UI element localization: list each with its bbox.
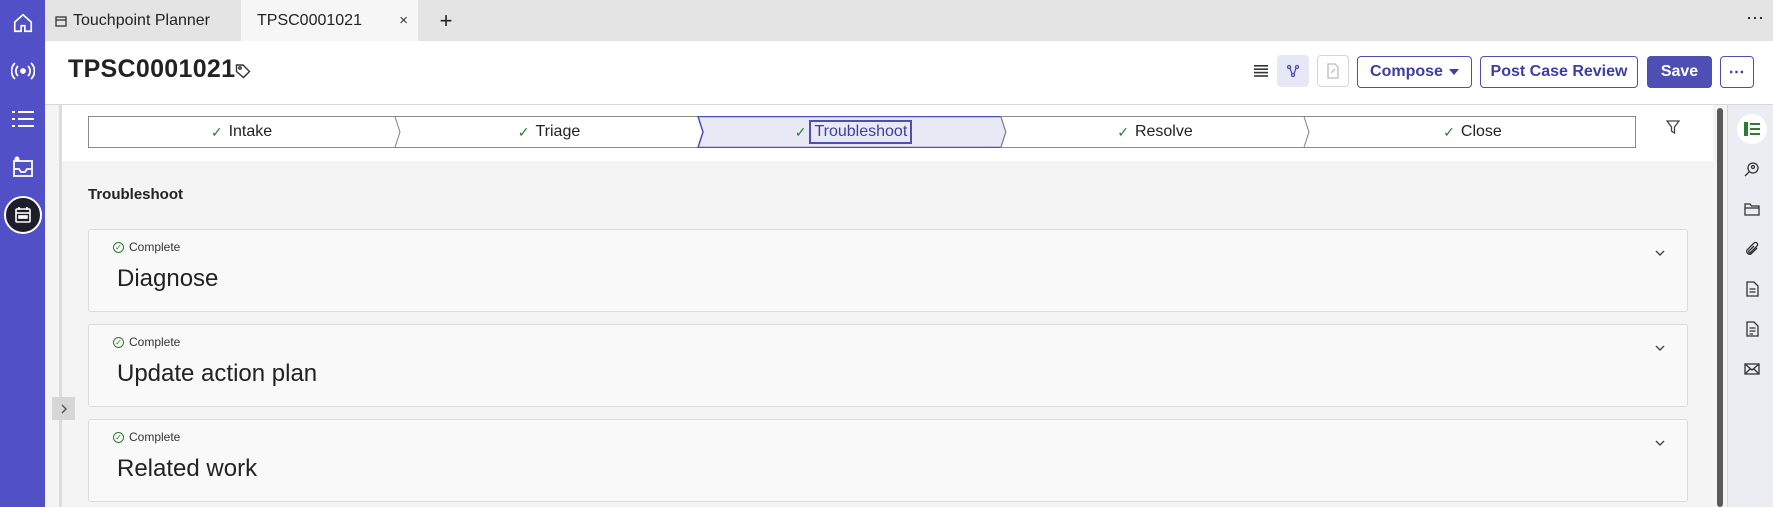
check-icon: ✓ <box>210 123 223 140</box>
stage-troubleshoot[interactable]: ✓ Troubleshoot <box>703 116 1001 148</box>
check-icon: ✓ <box>517 123 530 140</box>
attachment-icon[interactable] <box>1739 236 1765 262</box>
step-card[interactable]: ✓ Complete Diagnose <box>88 229 1688 312</box>
save-button[interactable]: Save <box>1647 56 1712 88</box>
status-text: Complete <box>129 430 181 444</box>
card-title: Diagnose <box>117 265 219 292</box>
home-icon[interactable] <box>0 3 45 43</box>
stage-close[interactable]: ✓ Close <box>1309 116 1636 148</box>
tab-label: TPSC0001021 <box>257 11 362 29</box>
divider <box>59 105 62 507</box>
stage-label: Close <box>1460 123 1502 140</box>
inbox-icon[interactable] <box>0 147 45 187</box>
stage-resolve[interactable]: ✓ Resolve <box>1006 116 1304 148</box>
post-case-review-button[interactable]: Post Case Review <box>1480 56 1638 88</box>
tab-touchpoint-planner[interactable]: Touchpoint Planner <box>45 0 241 41</box>
list-view-icon[interactable] <box>1245 55 1277 87</box>
stage-label: Triage <box>535 123 581 140</box>
document-alt-icon[interactable] <box>1739 316 1765 342</box>
check-icon: ✓ <box>794 123 807 140</box>
more-options-icon[interactable]: ⋯ <box>1746 8 1765 29</box>
tab-bar: Touchpoint Planner TPSC0001021 × + ⋯ <box>45 0 1773 41</box>
check-icon: ✓ <box>1117 123 1129 140</box>
flow-icon[interactable] <box>1277 55 1309 87</box>
right-utility-rail <box>1727 105 1773 507</box>
compose-button[interactable]: Compose <box>1357 56 1472 88</box>
check-circle-icon: ✓ <box>113 431 124 443</box>
broadcast-icon[interactable] <box>0 51 45 91</box>
caret-down-icon <box>1448 69 1459 75</box>
tab-case[interactable]: TPSC0001021 × <box>241 0 418 41</box>
check-circle-icon: ✓ <box>113 336 124 348</box>
step-card[interactable]: ✓ Complete Related work <box>88 419 1688 502</box>
chevron-down-icon[interactable] <box>1655 243 1665 261</box>
check-icon: ✓ <box>1443 123 1455 140</box>
calendar-icon[interactable] <box>0 195 45 235</box>
folder-icon[interactable] <box>1739 196 1765 222</box>
document-edit-icon[interactable] <box>1317 55 1349 87</box>
card-title: Update action plan <box>117 360 318 387</box>
expand-panel-button[interactable] <box>52 397 75 420</box>
stage-triage[interactable]: ✓ Triage <box>400 116 698 148</box>
tag-icon[interactable] <box>235 63 251 84</box>
chevron-right-icon <box>61 404 67 413</box>
page-title: TPSC0001021 <box>68 55 236 83</box>
chevron-down-icon[interactable] <box>1655 433 1665 451</box>
scrollbar-thumb[interactable] <box>1717 108 1723 507</box>
calendar-icon <box>55 15 67 27</box>
case-header: TPSC0001021 Compose Post Case Review Sav… <box>45 41 1773 105</box>
add-tab-button[interactable]: + <box>431 0 461 41</box>
stage-label: Resolve <box>1134 123 1193 140</box>
compose-label: Compose <box>1370 63 1443 80</box>
section-title: Troubleshoot <box>88 186 183 203</box>
list-icon[interactable] <box>0 99 45 139</box>
check-circle-icon: ✓ <box>113 241 124 253</box>
stage-bar: ✓ Intake ✓ Triage ✓ Troubleshoot ✓ Resol… <box>60 105 1713 161</box>
filter-icon[interactable] <box>1665 120 1681 139</box>
status-badge: ✓ Complete <box>113 335 180 349</box>
search-person-icon[interactable] <box>1739 156 1765 182</box>
status-badge: ✓ Complete <box>113 430 180 444</box>
details-icon[interactable] <box>1737 114 1767 144</box>
stage-label: Troubleshoot <box>809 120 913 144</box>
document-icon[interactable] <box>1739 276 1765 302</box>
status-text: Complete <box>129 240 181 254</box>
status-badge: ✓ Complete <box>113 240 180 254</box>
stage-intake[interactable]: ✓ Intake <box>88 116 395 148</box>
stage-label: Intake <box>228 123 273 140</box>
more-actions-button[interactable]: ⋯ <box>1720 56 1754 88</box>
chevron-down-icon[interactable] <box>1655 338 1665 356</box>
left-nav-rail <box>0 0 45 507</box>
status-text: Complete <box>129 335 181 349</box>
email-icon[interactable] <box>1739 356 1765 382</box>
tab-label: Touchpoint Planner <box>73 11 210 29</box>
card-title: Related work <box>117 455 258 482</box>
close-icon[interactable]: × <box>399 12 408 29</box>
step-card[interactable]: ✓ Complete Update action plan <box>88 324 1688 407</box>
